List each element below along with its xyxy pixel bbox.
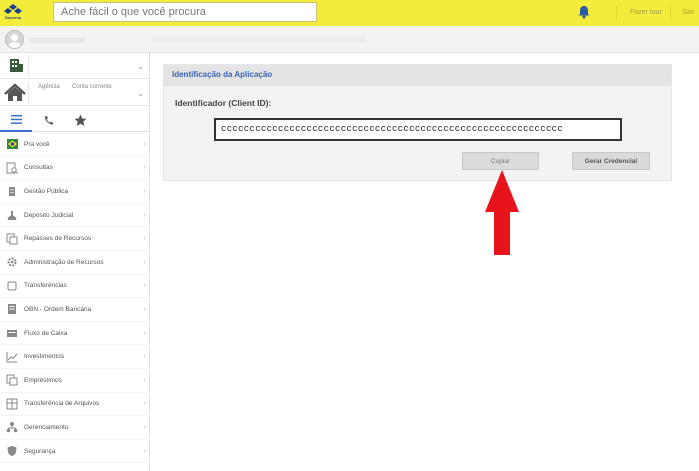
sidebar-menu: Pra você › Consultas › Gestão Pública › … — [0, 133, 150, 464]
document-icon — [6, 303, 18, 315]
sidebar-item-deposito-judicial[interactable]: Depósito Judicial › — [0, 204, 150, 228]
agency-label: Agência — [38, 84, 60, 90]
bank-logo-icon[interactable] — [4, 3, 22, 23]
copy-button[interactable]: Copiar — [462, 152, 539, 170]
chevron-right-icon: › — [143, 140, 146, 148]
red-arrow-annotation — [485, 170, 519, 255]
chevron-down-icon: ⌄ — [137, 62, 144, 71]
chart-icon — [6, 351, 18, 363]
sidebar-item-repasses[interactable]: Repasses de Recursos › — [0, 227, 150, 251]
avatar[interactable] — [5, 30, 24, 49]
loan-icon — [6, 374, 18, 386]
chevron-right-icon: › — [143, 329, 146, 337]
chevron-right-icon: › — [143, 282, 146, 290]
tab-menu[interactable] — [0, 108, 32, 132]
cash-icon — [6, 327, 18, 339]
user-name-placeholder — [30, 38, 85, 43]
chevron-right-icon: › — [143, 164, 146, 172]
sidebar-item-transferencia-arquivos[interactable]: Transferência de Arquivos › — [0, 393, 150, 417]
shield-icon — [6, 445, 18, 457]
phone-icon — [44, 115, 53, 125]
sidebar-item-label: Segurança — [24, 447, 56, 455]
tab-favorites[interactable] — [64, 108, 96, 132]
org-icon — [6, 421, 18, 433]
sidebar-item-fluxo-caixa[interactable]: Fluxo de Caixa › — [0, 322, 150, 346]
breadcrumb-placeholder — [152, 37, 367, 42]
account-selector[interactable]: Agência Conta corrente ⌄ — [0, 80, 150, 106]
divider — [616, 6, 617, 20]
generate-credential-button[interactable]: Gerar Credencial — [572, 152, 650, 170]
transfer-doc-icon — [6, 233, 18, 245]
panel-title: Identificação da Aplicação — [164, 65, 671, 86]
sidebar-item-administracao[interactable]: Administração de Recursos › — [0, 251, 150, 275]
divider — [670, 6, 671, 20]
sidebar-item-gerenciamento[interactable]: Gerenciamento › — [0, 416, 150, 440]
search-input[interactable]: Ache fácil o que você procura — [53, 2, 317, 22]
client-id-label: Identificador (Client ID): — [175, 98, 272, 108]
sidebar-item-label: Investimentos — [24, 353, 65, 361]
sidebar-tabs — [0, 108, 150, 132]
sidebar: ⌄ Agência Conta corrente ⌄ Pra você › Co… — [0, 53, 150, 471]
home-icon — [2, 82, 29, 104]
chevron-right-icon: › — [143, 423, 146, 431]
sidebar-item-pra-voce[interactable]: Pra você › — [0, 133, 150, 157]
building-icon — [6, 185, 18, 197]
chevron-right-icon: › — [143, 187, 146, 195]
app-identification-panel: Identificação da Aplicação Identificador… — [163, 64, 672, 181]
logo-text: Governo — [4, 15, 22, 20]
sidebar-item-label: Transferências — [24, 282, 67, 290]
chevron-right-icon: › — [143, 447, 146, 455]
sidebar-item-label: Fluxo de Caixa — [24, 329, 68, 337]
sidebar-item-label: Repasses de Recursos — [24, 235, 92, 243]
chevron-down-icon: ⌄ — [137, 89, 144, 98]
sidebar-item-label: Empréstimos — [24, 376, 62, 384]
tab-phone[interactable] — [32, 108, 64, 132]
sidebar-item-label: Depósito Judicial — [24, 211, 74, 219]
tour-link[interactable]: Fazer tour — [630, 9, 662, 16]
search-doc-icon — [6, 162, 18, 174]
sidebar-item-investimentos[interactable]: Investimentos › — [0, 345, 150, 369]
sidebar-item-consultas[interactable]: Consultas › — [0, 157, 150, 181]
chevron-right-icon: › — [143, 353, 146, 361]
sidebar-item-label: OBN - Ordem Bancária — [24, 305, 92, 313]
sidebar-item-label: Gestão Pública — [24, 187, 69, 195]
sidebar-item-transferencias[interactable]: Transferências › — [0, 275, 150, 299]
exit-link[interactable]: Sair — [682, 9, 694, 16]
sidebar-item-gestao-publica[interactable]: Gestão Pública › — [0, 180, 150, 204]
scale-icon — [6, 209, 18, 221]
chevron-right-icon: › — [143, 235, 146, 243]
brazil-flag-icon — [6, 138, 18, 150]
top-bar: Governo Ache fácil o que você procura Fa… — [0, 0, 699, 26]
sidebar-item-label: Consultas — [24, 164, 53, 172]
account-label: Conta corrente — [72, 84, 112, 90]
client-id-field[interactable]: cccccccccccccccccccccccccccccccccccccccc… — [214, 118, 622, 141]
sidebar-item-seguranca[interactable]: Segurança › — [0, 440, 150, 464]
chevron-right-icon: › — [143, 258, 146, 266]
bell-icon[interactable] — [577, 5, 591, 19]
sidebar-item-label: Gerenciamento — [24, 423, 69, 431]
building-icon — [2, 55, 29, 77]
company-selector[interactable]: ⌄ — [0, 53, 150, 79]
files-icon — [6, 398, 18, 410]
sidebar-item-label: Pra você — [24, 140, 50, 148]
sidebar-item-label: Transferência de Arquivos — [24, 400, 100, 408]
chevron-right-icon: › — [143, 400, 146, 408]
star-icon — [74, 114, 86, 126]
chevron-right-icon: › — [143, 305, 146, 313]
chevron-right-icon: › — [143, 376, 146, 384]
gear-icon — [6, 256, 18, 268]
hamburger-icon — [10, 114, 22, 124]
sidebar-item-emprestimos[interactable]: Empréstimos › — [0, 369, 150, 393]
sidebar-item-obn[interactable]: OBN - Ordem Bancária › — [0, 298, 150, 322]
chevron-right-icon: › — [143, 211, 146, 219]
transfer-icon — [6, 280, 18, 292]
sidebar-item-label: Administração de Recursos — [24, 258, 104, 266]
